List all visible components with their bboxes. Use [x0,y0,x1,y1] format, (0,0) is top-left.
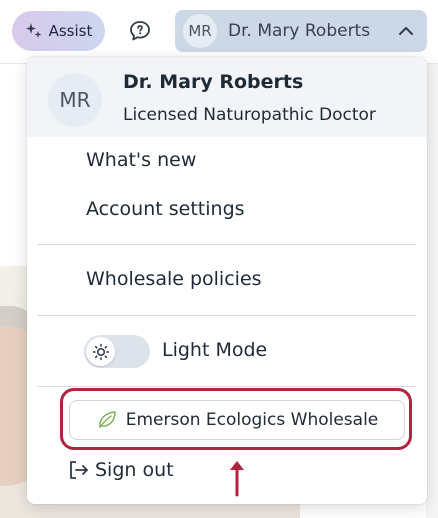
user-full-name: Dr. Mary Roberts [123,71,304,93]
divider [37,315,416,316]
chat-bubble-question-icon [130,21,150,41]
theme-toggle[interactable] [84,335,150,368]
page: Assist MR Dr. Mary Roberts MR Dr. Mary R… [0,0,438,518]
annotation-arrow-icon [230,461,244,497]
assist-button[interactable]: Assist [12,11,105,51]
sparkle-icon [25,23,42,38]
assist-label: Assist [48,22,93,40]
menu-item-account-settings[interactable]: Account settings [86,198,245,220]
menu-item-wholesale-policies[interactable]: Wholesale policies [86,268,262,290]
user-title: Licensed Naturopathic Doctor [123,105,376,125]
emerson-wholesale-button[interactable]: Emerson Ecologics Wholesale [69,400,405,440]
theme-toggle-label: Light Mode [162,339,268,361]
sign-out-icon [70,461,88,479]
page-right-edge [426,64,438,518]
chevron-up-icon [399,27,413,35]
dropdown-header: MR Dr. Mary Roberts Licensed Naturopathi… [27,57,427,137]
menu-item-whats-new[interactable]: What's new [86,149,196,171]
user-dropdown-menu: MR Dr. Mary Roberts Licensed Naturopathi… [27,57,427,504]
avatar: MR [183,14,217,48]
avatar: MR [48,73,102,127]
sign-out-label: Sign out [95,459,174,481]
chat-help-button[interactable] [124,15,156,47]
sun-icon [92,343,109,360]
leaf-icon [98,411,116,428]
user-name: Dr. Mary Roberts [228,21,371,41]
toggle-knob [86,337,115,366]
top-bar: Assist MR Dr. Mary Roberts [0,0,438,64]
user-menu-button[interactable]: MR Dr. Mary Roberts [175,10,427,52]
sign-out-button[interactable]: Sign out [67,458,174,482]
emerson-wholesale-label: Emerson Ecologics Wholesale [125,410,379,430]
divider [37,244,416,245]
divider [37,386,416,387]
